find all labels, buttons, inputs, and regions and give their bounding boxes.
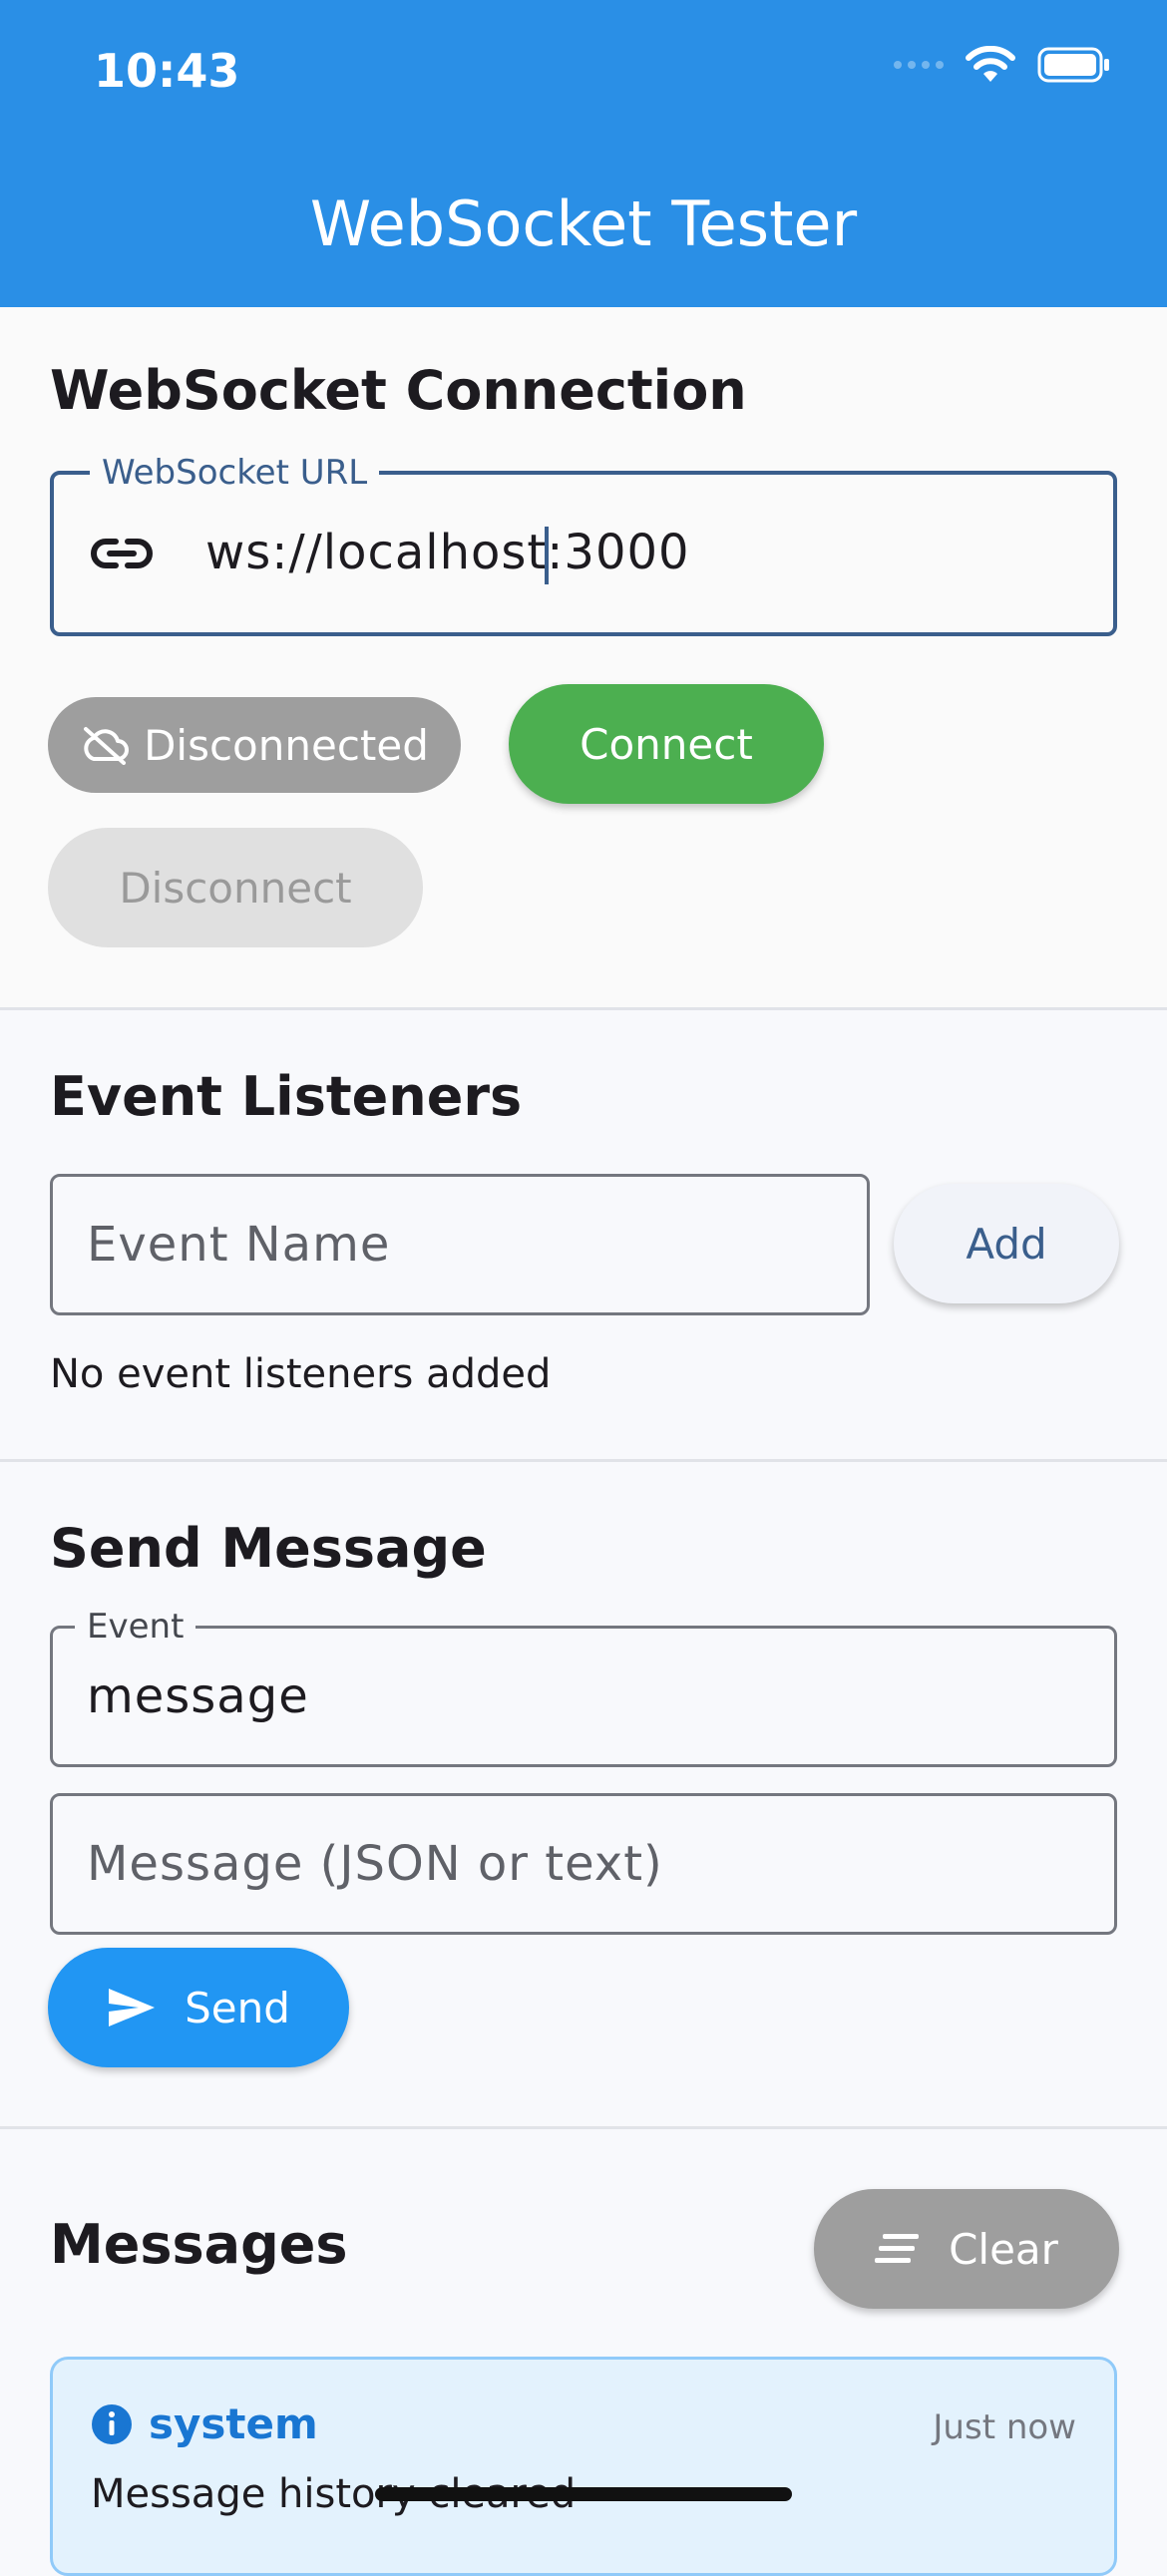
websocket-url-field[interactable]: WebSocket URL ws://localhost:3000 bbox=[50, 453, 1117, 636]
clear-button[interactable]: Clear bbox=[814, 2189, 1119, 2309]
connection-status-chip: Disconnected bbox=[48, 697, 461, 793]
send-message-heading: Send Message bbox=[50, 1517, 487, 1580]
message-time: Just now bbox=[933, 2407, 1076, 2447]
messages-heading: Messages bbox=[50, 2213, 348, 2276]
status-icons bbox=[894, 46, 1111, 84]
send-message-section: Send Message Event message Message (JSON… bbox=[0, 1462, 1167, 2126]
status-time: 10:43 bbox=[94, 44, 240, 98]
connection-section: WebSocket Connection WebSocket URL ws://… bbox=[0, 307, 1167, 1008]
message-input[interactable]: Message (JSON or text) bbox=[50, 1793, 1117, 1935]
app-title: WebSocket Tester bbox=[309, 187, 858, 260]
event-input[interactable]: Event message bbox=[50, 1607, 1117, 1767]
wifi-icon bbox=[966, 46, 1015, 82]
event-value: message bbox=[87, 1668, 309, 1724]
event-listeners-section: Event Listeners Event Name Add No event … bbox=[0, 1010, 1167, 1459]
info-icon bbox=[92, 2404, 132, 2444]
no-listeners-text: No event listeners added bbox=[50, 1351, 552, 1397]
link-icon bbox=[91, 539, 153, 568]
message-placeholder: Message (JSON or text) bbox=[87, 1836, 663, 1892]
send-button[interactable]: Send bbox=[48, 1948, 349, 2067]
signal-icon bbox=[894, 61, 944, 69]
send-icon bbox=[109, 1989, 156, 2026]
battery-icon bbox=[1037, 47, 1109, 83]
home-indicator bbox=[375, 2487, 792, 2501]
add-listener-button[interactable]: Add bbox=[894, 1184, 1119, 1303]
event-field-label: Event bbox=[75, 1607, 196, 1647]
connection-heading: WebSocket Connection bbox=[50, 359, 747, 422]
message-type: system bbox=[149, 2399, 318, 2448]
message-item: system Just now Message history cleared bbox=[50, 2357, 1117, 2576]
disconnect-button[interactable]: Disconnect bbox=[48, 828, 423, 947]
url-field-label: WebSocket URL bbox=[90, 453, 380, 493]
cloud-off-icon bbox=[84, 727, 130, 765]
app-bar: 10:43 WebSocket Tester bbox=[0, 0, 1167, 307]
clear-all-icon bbox=[875, 2234, 920, 2263]
connect-button[interactable]: Connect bbox=[509, 684, 824, 804]
event-listeners-heading: Event Listeners bbox=[50, 1065, 523, 1128]
event-name-input[interactable]: Event Name bbox=[50, 1174, 870, 1315]
event-name-placeholder: Event Name bbox=[87, 1217, 391, 1273]
url-value: ws://localhost:3000 bbox=[205, 525, 690, 584]
